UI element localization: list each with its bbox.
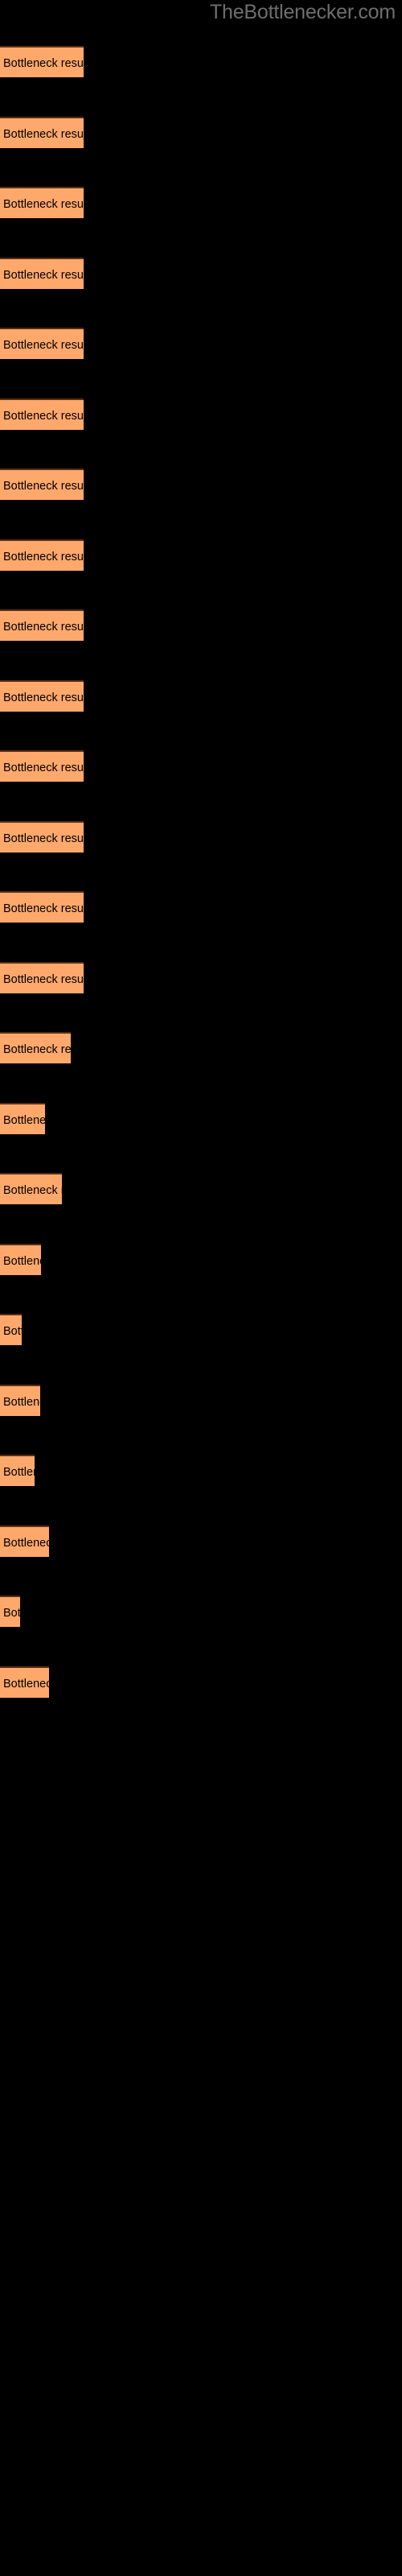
bar-row[interactable]: Bottleneck result [0,609,84,641]
bar[interactable]: Bottleneck result [0,680,84,712]
bar-row[interactable]: Bottleneck result [0,891,84,923]
bar-label: Bottleneck result [3,691,84,704]
bar-label: Bottleneck result [3,1396,40,1409]
bar-label: Bottleneck result [3,1607,20,1620]
bar-row[interactable]: Bottleneck result [0,1173,62,1204]
bar-label: Bottleneck result [3,1537,49,1550]
bar-label: Bottleneck result [3,973,84,986]
bar-row[interactable]: Bottleneck result [0,1314,22,1345]
bar-label: Bottleneck result [3,198,84,211]
bar[interactable]: Bottleneck result [0,1385,40,1416]
bar[interactable]: Bottleneck result [0,187,84,218]
bar-row[interactable]: Bottleneck result [0,539,84,571]
bar-row[interactable]: Bottleneck result [0,821,84,852]
bar-row[interactable]: Bottleneck result [0,46,84,77]
bar[interactable]: Bottleneck result [0,750,84,782]
bar-row[interactable]: Bottleneck result [0,469,84,500]
bar-row[interactable]: Bottleneck result [0,1103,45,1134]
bar-row[interactable]: Bottleneck result [0,1525,49,1557]
bar-row[interactable]: Bottleneck result [0,1032,71,1063]
bar-label: Bottleneck result [3,480,84,493]
bar-label: Bottleneck result [3,339,84,352]
bar[interactable]: Bottleneck result [0,1314,22,1345]
bar[interactable]: Bottleneck result [0,609,84,641]
bar-label: Bottleneck result [3,410,84,423]
bar[interactable]: Bottleneck result [0,962,84,993]
bar-label: Bottleneck result [3,902,84,915]
bar-row[interactable]: Bottleneck result [0,1666,49,1698]
bar-row[interactable]: Bottleneck result [0,962,84,993]
bar[interactable]: Bottleneck result [0,1032,71,1063]
bar-row[interactable]: Bottleneck result [0,258,84,289]
bar-label: Bottleneck result [3,1678,49,1690]
bar-label: Bottleneck result [3,1255,41,1268]
bar[interactable]: Bottleneck result [0,1666,49,1698]
bar[interactable]: Bottleneck result [0,1244,41,1275]
bar-row[interactable]: Bottleneck result [0,680,84,712]
bar[interactable]: Bottleneck result [0,258,84,289]
bar[interactable]: Bottleneck result [0,1173,62,1204]
bar-label: Bottleneck result [3,832,84,845]
bar[interactable]: Bottleneck result [0,1596,20,1627]
bar[interactable]: Bottleneck result [0,1525,49,1557]
bar-row[interactable]: Bottleneck result [0,398,84,430]
bar-label: Bottleneck result [3,1466,35,1479]
bar-label: Bottleneck result [3,551,84,564]
bar-label: Bottleneck result [3,57,84,70]
bar-label: Bottleneck result [3,1325,22,1338]
bar[interactable]: Bottleneck result [0,539,84,571]
bar-label: Bottleneck result [3,128,84,141]
bar-label: Bottleneck result [3,1184,62,1197]
bar-label: Bottleneck result [3,1043,71,1056]
bar[interactable]: Bottleneck result [0,891,84,923]
bar-row[interactable]: Bottleneck result [0,187,84,218]
bar-row[interactable]: Bottleneck result [0,1244,41,1275]
bar[interactable]: Bottleneck result [0,328,84,359]
bar-row[interactable]: Bottleneck result [0,117,84,148]
bar[interactable]: Bottleneck result [0,469,84,500]
bar[interactable]: Bottleneck result [0,46,84,77]
bottleneck-bar-chart: Bottleneck result Bottleneck result Bottle… [0,0,402,2576]
bar-label: Bottleneck result [3,269,84,282]
bar[interactable]: Bottleneck result [0,821,84,852]
bar[interactable]: Bottleneck result [0,117,84,148]
bar-label: Bottleneck result [3,621,84,634]
bar-row[interactable]: Bottleneck result [0,1385,40,1416]
bar[interactable]: Bottleneck result [0,1103,45,1134]
bar[interactable]: Bottleneck result [0,1455,35,1486]
bar-row[interactable]: Bottleneck result [0,1455,35,1486]
bar-row[interactable]: Bottleneck result [0,328,84,359]
bar-row[interactable]: Bottleneck result [0,750,84,782]
bar[interactable]: Bottleneck result [0,398,84,430]
bar-label: Bottleneck result [3,762,84,774]
bar-row[interactable]: Bottleneck result [0,1596,20,1627]
bar-label: Bottleneck result [3,1114,45,1127]
